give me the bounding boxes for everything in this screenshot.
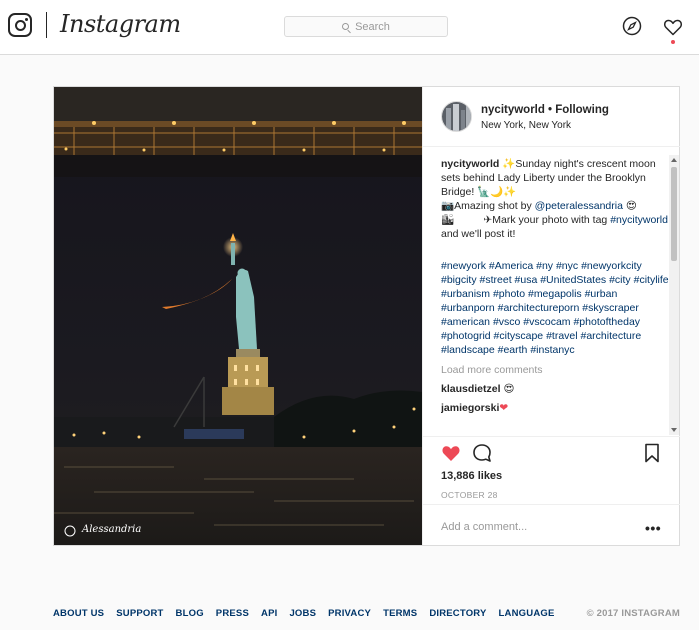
load-more-comments-link[interactable]: Load more comments: [441, 363, 669, 377]
footer-link-directory[interactable]: DIRECTORY: [429, 608, 486, 619]
scroll-up-arrow-icon[interactable]: [671, 158, 677, 162]
search-placeholder: Search: [355, 20, 390, 33]
footer-link-terms[interactable]: TERMS: [383, 608, 417, 619]
footer-link-language[interactable]: LANGUAGE: [499, 608, 555, 619]
caption-tag-link[interactable]: #nycityworld: [610, 214, 668, 226]
comment-text: 😍: [500, 383, 515, 395]
footer-link-privacy[interactable]: PRIVACY: [328, 608, 371, 619]
footer-link-jobs[interactable]: JOBS: [289, 608, 316, 619]
notification-dot: [671, 40, 675, 44]
instagram-wordmark[interactable]: Instagram: [60, 10, 181, 38]
statue-of-liberty-photo: [54, 87, 422, 545]
post-photo[interactable]: Alessandria: [54, 87, 422, 545]
compass-icon[interactable]: [622, 16, 642, 36]
copyright: © 2017 INSTAGRAM: [586, 608, 680, 619]
logo-divider: [46, 12, 47, 38]
comments-scrollbar[interactable]: [669, 155, 679, 435]
post-header: nycityworld • Following New York, New Yo…: [423, 87, 680, 147]
caption-tag-suffix: and we'll post it!: [441, 228, 516, 240]
comment-bubble-icon[interactable]: [472, 443, 492, 463]
comment-item: jamiegorski❤: [441, 401, 669, 415]
likes-count[interactable]: 13,886 likes: [441, 470, 502, 482]
footer: ABOUT US SUPPORT BLOG PRESS API JOBS PRI…: [53, 608, 680, 622]
comments-list: nycityworld ✨Sunday night's crescent moo…: [441, 157, 669, 435]
footer-link-about-us[interactable]: ABOUT US: [53, 608, 104, 619]
footer-links: ABOUT US SUPPORT BLOG PRESS API JOBS PRI…: [53, 608, 567, 619]
post-actions: 13,886 likes OCTOBER 28 Add a comment...…: [423, 436, 680, 546]
footer-link-blog[interactable]: BLOG: [176, 608, 204, 619]
post-username[interactable]: nycityworld: [481, 104, 545, 116]
avatar[interactable]: [441, 101, 472, 132]
comment-item: klausdietzel 😍: [441, 382, 669, 396]
caption-hashtags[interactable]: #newyork #America #ny #nyc #newyorkcity …: [441, 259, 669, 357]
search-input[interactable]: Search: [284, 16, 448, 37]
more-options-icon[interactable]: •••: [645, 520, 661, 536]
caption-shot-prefix: 📷Amazing shot by: [441, 200, 535, 212]
caption-username[interactable]: nycityworld: [441, 158, 499, 170]
search-icon: [342, 23, 350, 30]
post-date[interactable]: OCTOBER 28: [441, 490, 498, 500]
caption-shot-suffix: 😍: [622, 200, 637, 212]
add-comment-field[interactable]: Add a comment... •••: [423, 504, 680, 546]
footer-link-api[interactable]: API: [261, 608, 277, 619]
caption-tag-prefix: 🏙 ✈Mark your photo with tag: [441, 214, 611, 226]
top-nav-bar: Instagram Search: [0, 0, 699, 55]
bookmark-icon[interactable]: [644, 443, 660, 463]
add-comment-placeholder: Add a comment...: [441, 521, 528, 533]
comment-username[interactable]: jamiegorski: [441, 402, 499, 414]
scrollbar-thumb[interactable]: [671, 167, 677, 261]
comment-username[interactable]: klausdietzel: [441, 383, 501, 395]
caption-mention[interactable]: @peteralessandria: [535, 200, 623, 212]
photo-watermark: Alessandria: [82, 524, 142, 535]
post-card: Alessandria nycityworld • Following New …: [53, 86, 680, 546]
caption: nycityworld ✨Sunday night's crescent moo…: [441, 157, 669, 241]
post-sidebar: nycityworld • Following New York, New Yo…: [422, 87, 680, 546]
post-location[interactable]: New York, New York: [481, 120, 571, 131]
heart-icon[interactable]: [663, 17, 683, 37]
comment-text: ❤: [499, 402, 509, 414]
footer-link-press[interactable]: PRESS: [216, 608, 249, 619]
instagram-camera-icon[interactable]: [8, 13, 32, 37]
following-status[interactable]: • Following: [548, 104, 609, 116]
scroll-down-arrow-icon[interactable]: [671, 428, 677, 432]
like-heart-icon[interactable]: [441, 443, 461, 463]
footer-link-support[interactable]: SUPPORT: [116, 608, 163, 619]
